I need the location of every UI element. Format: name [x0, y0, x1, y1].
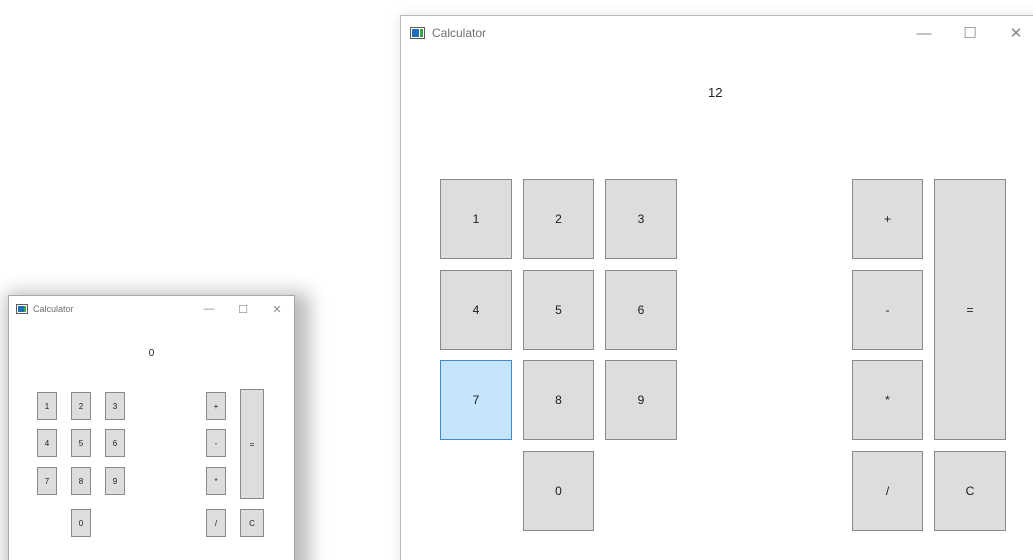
key-6-button[interactable]: 6	[105, 429, 125, 457]
key-2-button[interactable]: 2	[71, 392, 91, 420]
minus-button[interactable]: -	[852, 270, 923, 350]
window-controls: — ☐ ✕	[192, 296, 294, 322]
key-7-button[interactable]: 7	[440, 360, 512, 440]
key-0-button[interactable]: 0	[71, 509, 91, 537]
key-4-button[interactable]: 4	[37, 429, 57, 457]
plus-button[interactable]: +	[206, 392, 226, 420]
multiply-button[interactable]: *	[852, 360, 923, 440]
plus-button[interactable]: +	[852, 179, 923, 259]
key-1-button[interactable]: 1	[37, 392, 57, 420]
desktop: Calculator — ☐ ✕ 0 1 2 3 4 5 6 7 8 9 0 +…	[0, 0, 1033, 560]
clear-button[interactable]: C	[934, 451, 1006, 531]
calculator-window-large: Calculator — ☐ ✕ 12 1 2 3 4 5 6 7 8 9 0 …	[400, 15, 1033, 560]
divide-button[interactable]: /	[206, 509, 226, 537]
close-icon[interactable]: ✕	[260, 296, 294, 322]
window-title: Calculator	[432, 26, 487, 40]
equals-button[interactable]: =	[240, 389, 264, 499]
key-2-button[interactable]: 2	[523, 179, 594, 259]
calculator-app-icon	[16, 304, 28, 314]
key-4-button[interactable]: 4	[440, 270, 512, 350]
key-5-button[interactable]: 5	[71, 429, 91, 457]
calculator-window-small: Calculator — ☐ ✕ 0 1 2 3 4 5 6 7 8 9 0 +…	[8, 295, 295, 560]
key-9-button[interactable]: 9	[605, 360, 677, 440]
key-5-button[interactable]: 5	[523, 270, 594, 350]
key-6-button[interactable]: 6	[605, 270, 677, 350]
minimize-icon[interactable]: —	[901, 16, 947, 50]
calculator-display: 0	[148, 348, 155, 359]
multiply-button[interactable]: *	[206, 467, 226, 495]
maximize-icon[interactable]: ☐	[226, 296, 260, 322]
clear-button[interactable]: C	[240, 509, 264, 537]
window-controls: — ☐ ✕	[901, 16, 1033, 50]
minus-button[interactable]: -	[206, 429, 226, 457]
close-icon[interactable]: ✕	[993, 16, 1033, 50]
key-0-button[interactable]: 0	[523, 451, 594, 531]
key-3-button[interactable]: 3	[105, 392, 125, 420]
calculator-app-icon	[410, 27, 425, 39]
key-8-button[interactable]: 8	[71, 467, 91, 495]
key-9-button[interactable]: 9	[105, 467, 125, 495]
key-3-button[interactable]: 3	[605, 179, 677, 259]
maximize-icon[interactable]: ☐	[947, 16, 993, 50]
key-7-button[interactable]: 7	[37, 467, 57, 495]
title-bar[interactable]: Calculator — ☐ ✕	[9, 296, 294, 322]
minimize-icon[interactable]: —	[192, 296, 226, 322]
key-1-button[interactable]: 1	[440, 179, 512, 259]
display-value: 12	[708, 85, 723, 100]
divide-button[interactable]: /	[852, 451, 923, 531]
title-bar[interactable]: Calculator — ☐ ✕	[401, 16, 1033, 50]
equals-button[interactable]: =	[934, 179, 1006, 440]
window-title: Calculator	[33, 304, 74, 314]
key-8-button[interactable]: 8	[523, 360, 594, 440]
